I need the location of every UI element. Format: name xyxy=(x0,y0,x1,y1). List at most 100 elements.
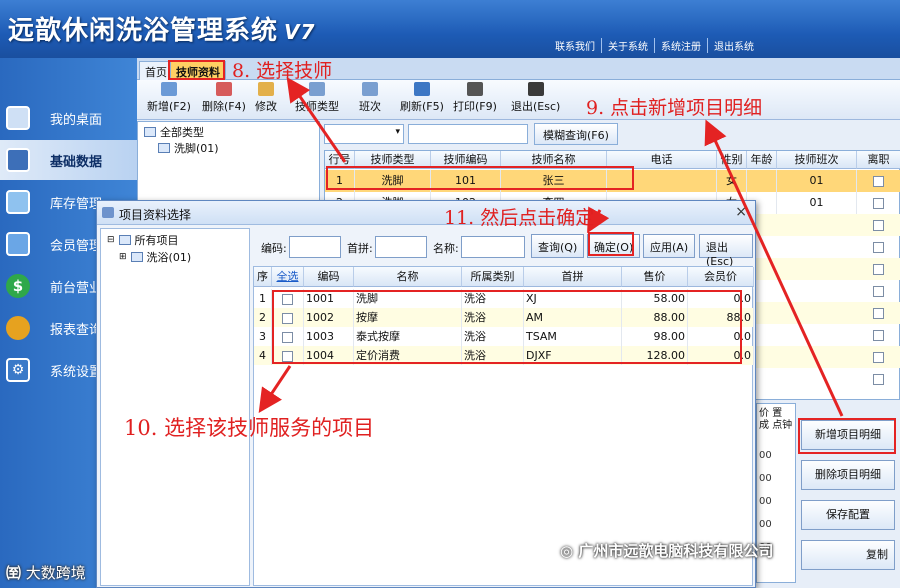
nav-label: 库存管理 xyxy=(50,196,103,212)
col-header: 编码 xyxy=(304,267,354,287)
resigned-checkbox[interactable] xyxy=(873,175,884,187)
delete-icon xyxy=(215,82,232,96)
cell-resigned xyxy=(857,192,900,214)
resigned-checkbox[interactable] xyxy=(873,373,884,385)
apply-button[interactable]: 应用(A) xyxy=(643,234,696,258)
resigned-checkbox[interactable] xyxy=(873,263,884,275)
col-header: 年龄 xyxy=(747,151,777,169)
edit-button[interactable]: 修改 xyxy=(255,82,277,114)
folder-icon xyxy=(118,235,131,245)
dialog-titlebar: 项目资料选择 × xyxy=(97,201,755,225)
search-input[interactable] xyxy=(408,124,528,144)
cell-resigned xyxy=(857,280,900,302)
tree-node-bath[interactable]: ⊞ 洗浴(01) xyxy=(119,249,191,265)
cell-resigned xyxy=(857,346,900,368)
resigned-checkbox[interactable] xyxy=(873,285,884,297)
query-button[interactable]: 查询(Q) xyxy=(531,234,585,258)
monitor-icon xyxy=(6,106,30,130)
annotation-step-11: 11. 然后点击确定 xyxy=(444,207,595,229)
col-header: 技师班次 xyxy=(777,151,857,169)
nav-label: 基础数据 xyxy=(50,154,103,170)
pinyin-label: 首拼: xyxy=(347,242,373,255)
code-input[interactable] xyxy=(289,236,341,258)
select-all-link[interactable]: 全选 xyxy=(272,267,304,287)
col-header: 名称 xyxy=(354,267,462,287)
nav-item-desktop[interactable]: 我的桌面 xyxy=(0,98,137,138)
tree-root[interactable]: ⊟ 所有项目 xyxy=(107,232,179,248)
exit-icon xyxy=(527,82,544,96)
annotation-step-9: 9. 点击新增项目明细 xyxy=(586,97,763,119)
technician-type-button[interactable]: 技师类型 xyxy=(295,82,339,114)
delete-button[interactable]: 删除(F4) xyxy=(202,82,246,114)
resigned-checkbox[interactable] xyxy=(873,351,884,363)
col-header: 会员价 xyxy=(688,267,754,287)
cell-resigned xyxy=(857,324,900,346)
watermark-logo: ㉃ xyxy=(6,564,22,582)
name-input[interactable] xyxy=(461,236,525,258)
resigned-checkbox[interactable] xyxy=(873,197,884,209)
refresh-button[interactable]: 刷新(F5) xyxy=(400,82,444,114)
collapse-icon[interactable]: ⊟ xyxy=(107,235,115,245)
dialog-title: 项目资料选择 xyxy=(119,208,192,222)
tree-node-foot[interactable]: 洗脚(01) xyxy=(158,140,219,156)
print-icon xyxy=(466,82,483,96)
window-icon xyxy=(102,207,114,218)
watermark-right: ◎ 广州市远歆电脑科技有限公司 xyxy=(560,542,774,560)
cell-age xyxy=(747,170,777,192)
add-button[interactable]: 新增(F2) xyxy=(147,82,191,114)
toolbar: 新增(F2) 删除(F4) 修改 技师类型 班次 刷新(F5) 打印(F9) 退… xyxy=(137,80,900,120)
watermark-left: ㉃ 大数跨境 xyxy=(6,564,86,582)
item-select-dialog: 项目资料选择 × ⊟ 所有项目 ⊞ 洗浴(01) 编码: 首拼: 名称: 查询(Q)… xyxy=(96,200,756,588)
nav-label: 报表查询 xyxy=(50,322,103,338)
col-header: 价 置 成 点钟 xyxy=(759,408,793,431)
type-select[interactable]: ▾ xyxy=(324,124,404,144)
link-contact[interactable]: 联系我们 xyxy=(549,38,601,53)
highlight-add-item-button xyxy=(798,418,896,454)
data-grid-icon xyxy=(6,148,30,172)
expand-icon[interactable]: ⊞ xyxy=(119,252,127,262)
table-icon xyxy=(158,143,170,153)
folder-icon xyxy=(144,127,156,137)
highlight-selected-technician xyxy=(326,166,634,190)
leaf-icon xyxy=(6,316,30,340)
fuzzy-search-button[interactable]: 模糊查询(F6) xyxy=(534,123,618,145)
add-icon xyxy=(160,82,177,96)
link-register[interactable]: 系统注册 xyxy=(654,38,707,53)
chevron-down-icon: ▾ xyxy=(395,127,400,137)
exit-button[interactable]: 退出(Esc) xyxy=(511,82,560,114)
name-label: 名称: xyxy=(433,242,459,255)
nav-label: 会员管理 xyxy=(50,238,103,254)
exit-button[interactable]: 退出(Esc) xyxy=(699,234,753,268)
resigned-checkbox[interactable] xyxy=(873,307,884,319)
link-exit[interactable]: 退出系统 xyxy=(707,38,760,53)
annotation-step-8: 8. 选择技师 xyxy=(232,60,333,82)
col-header: 离职 xyxy=(857,151,900,169)
cell-no: 4 xyxy=(254,346,272,365)
shift-icon xyxy=(362,82,378,96)
save-config-button[interactable]: 保存配置 xyxy=(801,500,895,530)
col-header: 性别 xyxy=(717,151,747,169)
annotation-step-10: 10. 选择该技师服务的项目 xyxy=(124,416,375,440)
highlight-technician-tab xyxy=(168,60,225,80)
resigned-checkbox[interactable] xyxy=(873,219,884,231)
print-button[interactable]: 打印(F9) xyxy=(453,82,497,114)
cell-resigned xyxy=(857,214,900,236)
delete-item-detail-button[interactable]: 删除项目明细 xyxy=(801,460,895,490)
col-header: 售价 xyxy=(622,267,688,287)
item-category-tree: ⊟ 所有项目 ⊞ 洗浴(01) xyxy=(100,228,250,586)
nav-item-basic-data[interactable]: 基础数据 xyxy=(0,140,137,180)
link-about[interactable]: 关于系统 xyxy=(601,38,654,53)
member-card-icon xyxy=(6,232,30,256)
copy-button[interactable]: 复制 xyxy=(801,540,895,570)
tree-root[interactable]: 全部类型 xyxy=(144,124,204,140)
col-header: 首拼 xyxy=(524,267,622,287)
cell-resigned xyxy=(857,302,900,324)
resigned-checkbox[interactable] xyxy=(873,241,884,253)
settings-icon: ⚙ xyxy=(6,358,30,382)
app-title: 远歆休闲洗浴管理系统 V7 xyxy=(8,16,316,46)
pinyin-input[interactable] xyxy=(375,236,427,258)
shift-button[interactable]: 班次 xyxy=(359,82,381,114)
close-icon[interactable]: × xyxy=(735,204,747,220)
edit-icon xyxy=(258,82,274,96)
resigned-checkbox[interactable] xyxy=(873,329,884,341)
